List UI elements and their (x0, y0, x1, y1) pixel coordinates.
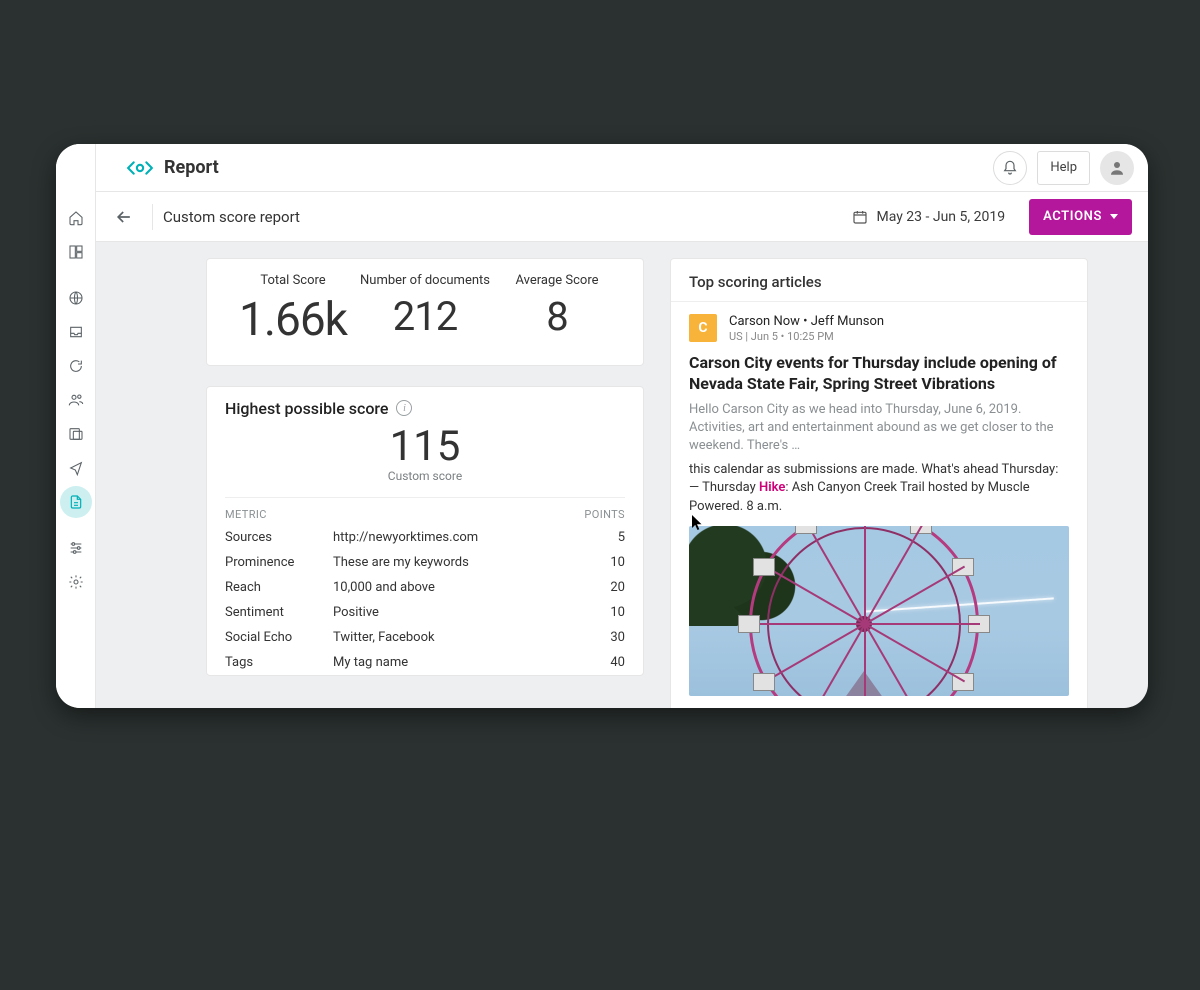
metric-detail: http://newyorktimes.com (333, 530, 577, 545)
nav-report-icon[interactable] (60, 486, 92, 518)
highest-possible-title: Highest possible score (225, 399, 388, 418)
report-title: Custom score report (163, 208, 300, 226)
metric-points: 10 (577, 605, 625, 620)
chevron-down-icon (1110, 214, 1118, 219)
nav-sliders-icon[interactable] (60, 532, 92, 564)
stat-total-score: Total Score 1.66k (227, 273, 359, 347)
stat-num-documents: Number of documents 212 (359, 273, 491, 347)
app-window: Report Help Custom score report May 23 -… (56, 144, 1148, 708)
article-description: Hello Carson City as we head into Thursd… (689, 401, 1069, 456)
source-badge: C (689, 314, 717, 342)
metric-name: Sources (225, 530, 333, 545)
back-button[interactable] (106, 199, 142, 235)
content-area: Total Score 1.66k Number of documents 21… (96, 242, 1148, 708)
col-points: POINTS (584, 508, 625, 521)
metric-points: 30 (577, 630, 625, 645)
metric-detail: 10,000 and above (333, 580, 577, 595)
metrics-table-body: Sourceshttp://newyorktimes.com5Prominenc… (225, 525, 625, 675)
nav-people-icon[interactable] (60, 384, 92, 416)
metric-points: 40 (577, 655, 625, 670)
date-range-label: May 23 - Jun 5, 2019 (876, 209, 1005, 225)
nav-refresh-icon[interactable] (60, 350, 92, 382)
brand-logo-icon (126, 158, 154, 178)
highest-possible-score: 115 (225, 422, 625, 471)
top-bar: Report Help (96, 144, 1148, 192)
metric-points: 20 (577, 580, 625, 595)
help-button-label: Help (1050, 160, 1077, 175)
nav-share-icon[interactable] (60, 452, 92, 484)
top-scoring-card: Top scoring articles C Carson Now • Jeff… (670, 258, 1088, 708)
actions-button-label: ACTIONS (1043, 209, 1102, 224)
divider (152, 204, 153, 230)
highest-possible-subtitle: Custom score (225, 469, 625, 483)
metric-name: Tags (225, 655, 333, 670)
actions-button[interactable]: ACTIONS (1029, 199, 1132, 235)
calendar-icon (852, 209, 868, 225)
nav-globe-icon[interactable] (60, 282, 92, 314)
metric-name: Prominence (225, 555, 333, 570)
nav-newsletter-icon[interactable] (60, 418, 92, 450)
cursor-icon (691, 514, 703, 532)
nav-home-icon[interactable] (60, 202, 92, 234)
metric-row: Social EchoTwitter, Facebook30 (225, 625, 625, 650)
metric-row: ProminenceThese are my keywords10 (225, 550, 625, 575)
article-snippet: this calendar as submissions are made. W… (689, 461, 1069, 516)
metric-name: Social Echo (225, 630, 333, 645)
metric-row: Sourceshttp://newyorktimes.com5 (225, 525, 625, 550)
metric-points: 5 (577, 530, 625, 545)
metric-detail: These are my keywords (333, 555, 577, 570)
metric-row: Reach10,000 and above20 (225, 575, 625, 600)
stat-average-score: Average Score 8 (491, 273, 623, 347)
metric-row: SentimentPositive10 (225, 600, 625, 625)
metric-row: TagsMy tag name40 (225, 650, 625, 675)
snippet-highlight: Hike (759, 480, 785, 495)
app-title: Report (164, 157, 219, 178)
stat-value: 212 (359, 294, 491, 340)
col-metric: METRIC (225, 508, 267, 521)
nav-inbox-icon[interactable] (60, 316, 92, 348)
stat-value: 1.66k (227, 294, 359, 347)
highest-possible-card: Highest possible score i 115 Custom scor… (206, 386, 644, 676)
help-button[interactable]: Help (1037, 151, 1090, 185)
metric-detail: Positive (333, 605, 577, 620)
article-source-line: Carson Now • Jeff Munson (729, 314, 884, 329)
stat-value: 8 (491, 294, 623, 340)
notifications-button[interactable] (993, 151, 1027, 185)
metrics-table-head: METRIC POINTS (225, 497, 625, 525)
article-meta-line: US | Jun 5 • 10:25 PM (729, 330, 884, 343)
article-card[interactable]: C Carson Now • Jeff Munson US | Jun 5 • … (671, 302, 1087, 708)
sub-header: Custom score report May 23 - Jun 5, 2019… (96, 192, 1148, 242)
nav-dashboard-icon[interactable] (60, 236, 92, 268)
metric-detail: Twitter, Facebook (333, 630, 577, 645)
left-nav-rail (56, 144, 96, 708)
info-icon[interactable]: i (396, 400, 412, 416)
article-image (689, 526, 1069, 696)
date-range-picker[interactable]: May 23 - Jun 5, 2019 (840, 200, 1017, 234)
summary-card: Total Score 1.66k Number of documents 21… (206, 258, 644, 366)
stat-label: Average Score (491, 273, 623, 288)
metric-points: 10 (577, 555, 625, 570)
nav-settings-icon[interactable] (60, 566, 92, 598)
stat-label: Number of documents (359, 273, 491, 288)
metric-name: Sentiment (225, 605, 333, 620)
stat-label: Total Score (227, 273, 359, 288)
article-headline: Carson City events for Thursday include … (689, 353, 1069, 395)
metric-detail: My tag name (333, 655, 577, 670)
top-scoring-title: Top scoring articles (671, 259, 1087, 302)
user-avatar[interactable] (1100, 151, 1134, 185)
metric-name: Reach (225, 580, 333, 595)
